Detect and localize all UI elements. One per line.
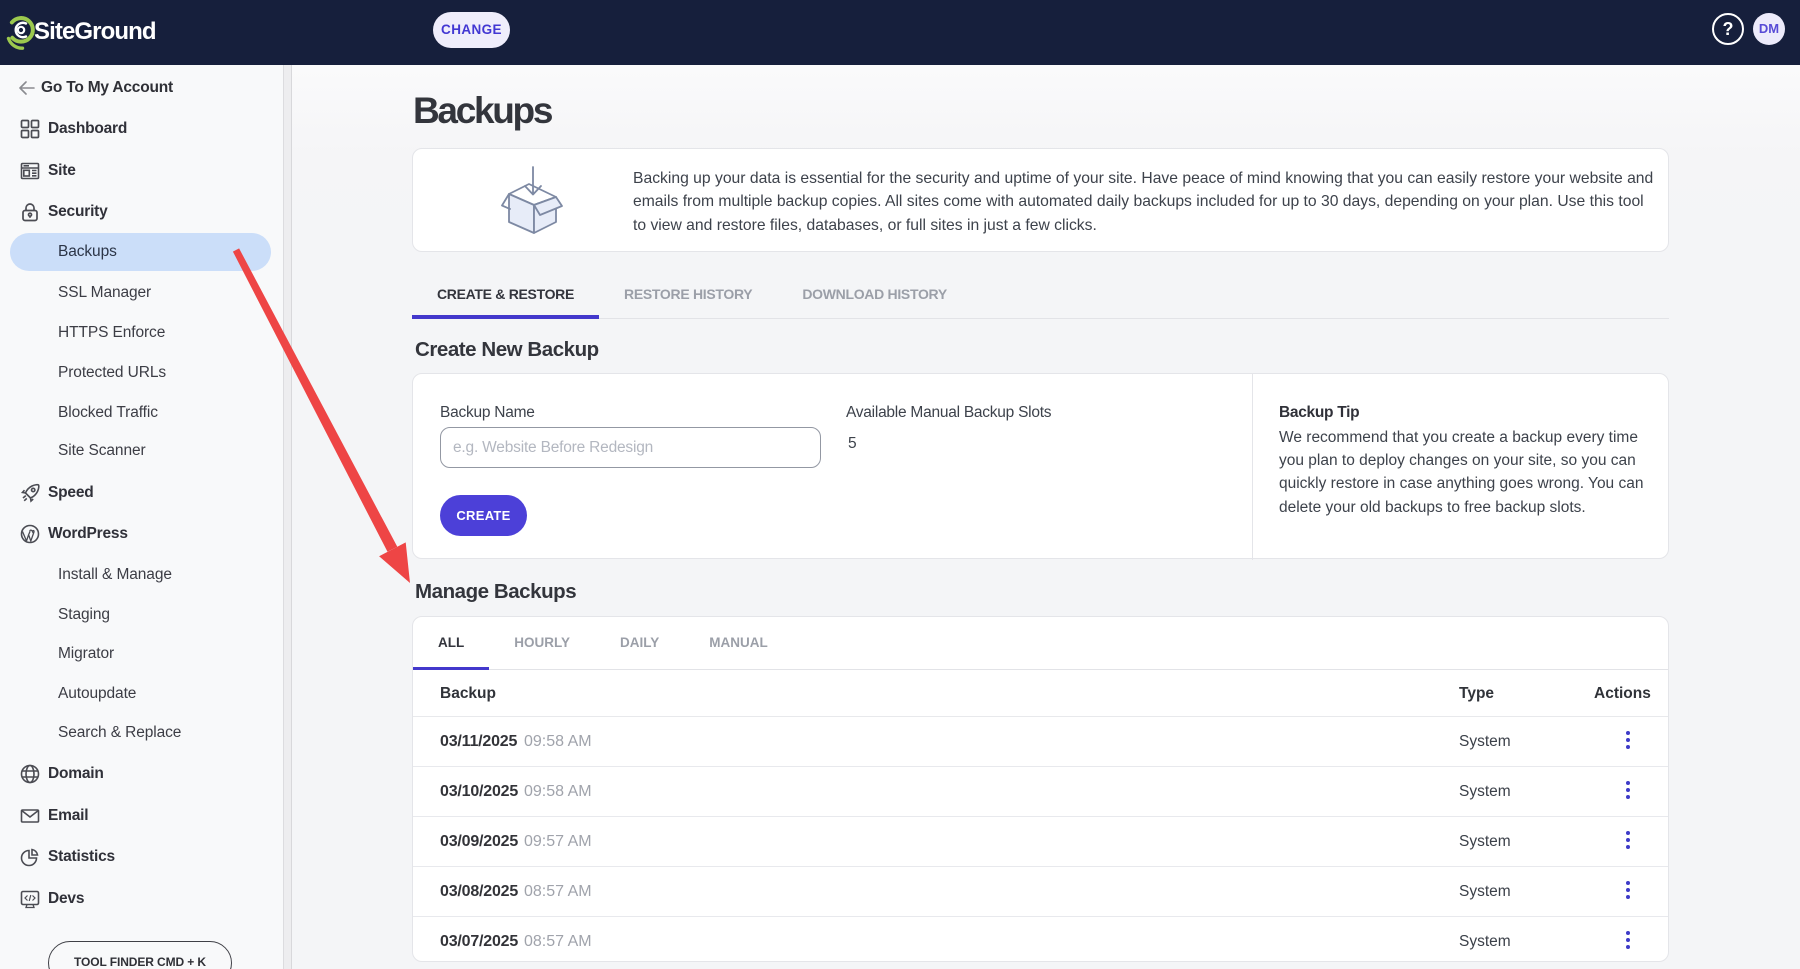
svg-text:SiteGround: SiteGround — [34, 18, 156, 45]
